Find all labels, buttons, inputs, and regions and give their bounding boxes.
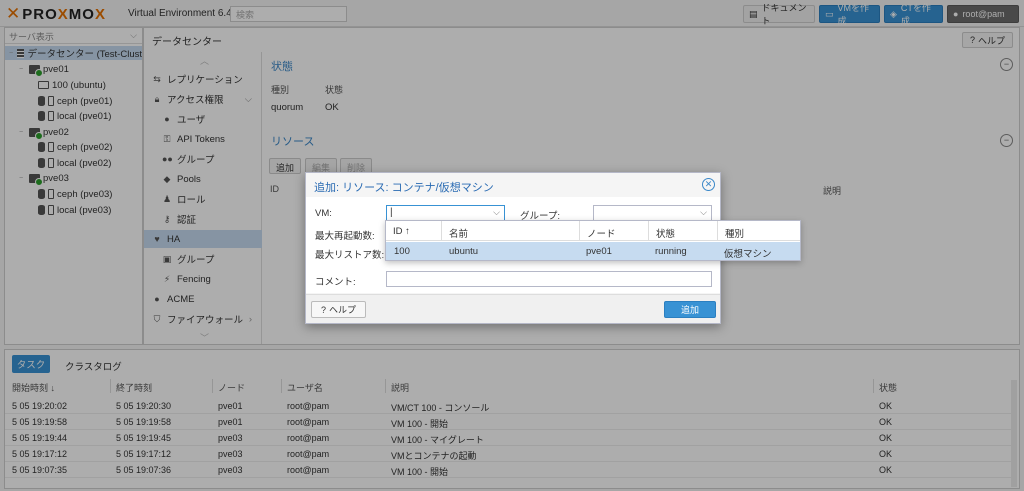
- dialog-help-button[interactable]: ? ヘルプ: [311, 301, 366, 318]
- picker-row-name: ubuntu: [449, 246, 479, 257]
- max-restart-label: 最大再起動数:: [315, 231, 375, 242]
- picker-row-node: pve01: [586, 246, 612, 257]
- comment-label: コメント:: [315, 277, 356, 288]
- text-cursor: |: [390, 207, 393, 218]
- picker-col-type[interactable]: 種別: [718, 221, 800, 241]
- vm-select[interactable]: | ⌵: [386, 205, 505, 221]
- picker-row-status: running: [655, 246, 687, 257]
- dialog-add-button[interactable]: 追加: [664, 301, 716, 318]
- group-select[interactable]: ⌵: [593, 205, 712, 221]
- chevron-down-icon[interactable]: ⌵: [493, 207, 500, 218]
- close-icon[interactable]: ✕: [702, 178, 715, 191]
- max-relocate-label: 最大リストア数:: [315, 250, 385, 261]
- picker-col-node[interactable]: ノード: [580, 221, 649, 241]
- vm-picker-grid: ID ↑ 名前 ノード 状態 種別 100 ubuntu pve01 runni…: [385, 220, 801, 261]
- help-label: ヘルプ: [329, 305, 357, 315]
- picker-col-status[interactable]: 状態: [649, 221, 718, 241]
- vm-label: VM:: [315, 208, 332, 219]
- picker-col-name[interactable]: 名前: [442, 221, 580, 241]
- question-icon: ?: [320, 304, 326, 315]
- dialog-title: 追加: リソース: コンテナ/仮想マシン: [314, 182, 494, 194]
- picker-row-type: 仮想マシン: [724, 249, 772, 260]
- picker-row[interactable]: 100 ubuntu pve01 running 仮想マシン: [386, 242, 800, 260]
- dialog-footer: ? ヘルプ 追加: [306, 294, 720, 323]
- picker-header: ID ↑ 名前 ノード 状態 種別: [386, 221, 800, 241]
- picker-row-id: 100: [394, 246, 410, 257]
- chevron-down-icon[interactable]: ⌵: [700, 207, 707, 218]
- picker-col-id[interactable]: ID ↑: [386, 221, 442, 241]
- comment-input[interactable]: [386, 271, 712, 287]
